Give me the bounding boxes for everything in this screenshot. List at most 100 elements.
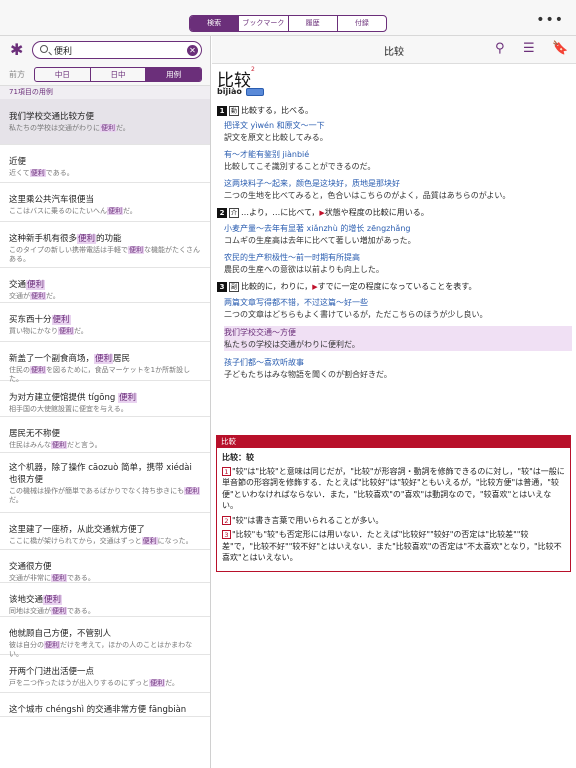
example-chinese: 孩子们都～喜欢听故事 — [224, 358, 304, 367]
more-icon[interactable]: ••• — [536, 13, 564, 27]
result-japanese: 戸を二つ作ったほうが出入りするのにずっと便利だ。 — [9, 679, 179, 687]
example-japanese: 農民の生産への意欲は以前よりも向上した。 — [224, 265, 384, 274]
result-chinese: 该地交通便利 — [9, 595, 63, 605]
result-chinese: 买东西十分便利 — [9, 315, 71, 325]
filter-examples[interactable]: 用例 — [145, 68, 201, 81]
pinyin: bǐjiào — [217, 87, 264, 96]
wildcard-icon[interactable]: ✱ — [10, 40, 23, 59]
example-chinese: 我们学校交通～方便 — [224, 328, 296, 337]
tab-appendix[interactable]: 付録 — [336, 16, 386, 31]
example[interactable]: 把译文 yìwén 和原文～一下 訳文を原文と比較してみる。 — [224, 120, 572, 143]
entry-header: 比较 ⚲ ☰ 🔖 — [212, 36, 576, 64]
result-item[interactable]: 他就顾自己方便，不管别人 彼は自分の便利だけを考えて，ほかの人のことはかまわない。 — [0, 617, 210, 658]
example[interactable]: 农民的生产积极性～前一时期有所提高農民の生産への意欲は以前よりも向上した。 — [224, 252, 572, 275]
example-japanese: 子どもたちはみな物語を聞くのが割合好きだ。 — [224, 370, 392, 379]
pinyin-text: bǐjiào — [217, 87, 242, 96]
usage-note: 比較 比较：较 1 "较"は"比较"と意味は同じだが，"比较"が形容詞・動詞を修飾… — [216, 435, 571, 572]
search-icon — [40, 45, 48, 53]
result-chinese: 新盖了一个副食商场，便利居民 — [9, 354, 131, 364]
search-icon[interactable]: ⚲ — [495, 41, 505, 56]
result-japanese: 近くて便利である。 — [9, 169, 74, 177]
usage-note-text: "较"は"比较"と意味は同じだが，"比较"が形容詞・動詞を修飾できるのに対し，"… — [222, 466, 565, 511]
result-japanese: 交通が便利だ。 — [9, 292, 60, 300]
clear-icon[interactable]: ✕ — [187, 45, 198, 56]
example[interactable]: 有～才能有鉴别 jiànbié 比較してこそ識別することができるのだ。 — [224, 149, 572, 172]
tab-search[interactable]: 検索 — [190, 16, 239, 31]
result-item[interactable]: 这里乘公共汽车很便当ここはバスに乗るのにたいへん便利だ。 — [0, 183, 210, 222]
entry-pane: 比较 ⚲ ☰ 🔖 比较 2 bǐjiào 1 動比較する，比べる。 把译文 yìwé… — [212, 36, 576, 768]
sense-usage: 状態や程度の比較に用いる。 — [324, 208, 429, 217]
pos-tag: 副 — [229, 282, 239, 292]
example-chinese: 两篇文章写得都不错，不过这篇～好一些 — [224, 298, 368, 307]
result-item[interactable]: 新盖了一个副食商场，便利居民 住民の便利を図るために，食品マーケットを1か所新設し… — [0, 342, 210, 383]
top-bar: 検索 ブックマーク 履歴 付録 ••• — [0, 0, 576, 36]
usage-note-point: 2 "较"は書き言葉で用いられることが多い。 — [222, 515, 565, 527]
result-item[interactable]: 该地交通便利 同地は交通が便利である。 — [0, 583, 210, 617]
result-japanese: ここはバスに乗るのにたいへん便利だ。 — [9, 207, 137, 215]
usage-note-text: "较"は書き言葉で用いられることが多い。 — [232, 515, 384, 525]
search-header: ✱ 便利 ✕ — [0, 36, 210, 64]
result-item[interactable]: 这个机器，除了操作 cāozuò 简单，携带 xiédài 也很方便 この機械は操… — [0, 453, 210, 513]
result-item[interactable]: 这个城市 chéngshì 的交通非常方便 fāngbiàn — [0, 693, 210, 717]
result-count: 71項目の用例 — [0, 86, 210, 99]
usage-note-title: 比较：较 — [222, 453, 254, 462]
match-mode-label[interactable]: 前方 — [9, 69, 25, 80]
result-item[interactable]: 交通很方便交通が非常に便利である。 — [0, 550, 210, 583]
sense-number: 2 — [217, 208, 227, 218]
example-japanese: 私たちの学校は交通がわりに便利だ。 — [224, 340, 360, 349]
example-japanese: 二つの文章はどちらもよく書けているが，ただこちらのほうが少し良い。 — [224, 310, 488, 319]
list-icon[interactable]: ☰ — [523, 41, 535, 56]
result-chinese: 这里建了一座桥，从此交通就方便了 — [9, 525, 146, 535]
headword-superscript: 2 — [251, 66, 255, 73]
result-chinese: 为对方建立便馆提供 tígōng 便利 — [9, 393, 137, 403]
result-japanese: 相手国の大使館設置に便宜を与える。 — [9, 405, 128, 413]
sense-1: 1 動比較する，比べる。 把译文 yìwén 和原文～一下 訳文を原文と比較してみる… — [217, 105, 572, 201]
result-chinese: 这里乘公共汽车很便当 — [9, 195, 95, 205]
result-item[interactable]: 居民无不称便 住民はみんな便利だと言う。 — [0, 417, 210, 453]
result-item[interactable]: 买东西十分便利買い物にかなり便利だ。 — [0, 303, 210, 342]
example[interactable]: 小麦产量～去年有显著 xiǎnzhù 的增长 zēngzhǎng コムギの生産高は… — [224, 223, 572, 246]
result-item[interactable]: 近便 近くて便利である。 — [0, 145, 210, 183]
example-chinese: 这两块料子～起来，颜色是这块好，质地是那块好 — [224, 179, 400, 188]
result-item[interactable]: 交通便利 交通が便利だ。 — [0, 268, 210, 303]
example[interactable]: 这两块料子～起来，颜色是这块好，质地是那块好 二つの生地を比べてみると，色合いはこ… — [224, 178, 572, 201]
result-item[interactable]: 这里建了一座桥，从此交通就方便了ここに橋が架けられてから，交通はずっと便利になっ… — [0, 513, 210, 550]
result-japanese: 交通が非常に便利である。 — [9, 574, 95, 582]
result-item[interactable]: 为对方建立便馆提供 tígōng 便利 相手国の大使館設置に便宜を与える。 — [0, 381, 210, 417]
result-chinese: 他就顾自己方便，不管别人 — [9, 629, 112, 639]
bookmark-icon[interactable]: 🔖 — [552, 41, 568, 56]
result-list: 我们学校交通比较方便 私たちの学校は交通がわりに便利だ。 近便 近くて便利である。 这里… — [0, 99, 210, 717]
result-item[interactable]: 我们学校交通比较方便 私たちの学校は交通がわりに便利だ。 — [0, 99, 210, 145]
entry-body: 1 動比較する，比べる。 把译文 yìwén 和原文～一下 訳文を原文と比較してみる… — [217, 105, 572, 386]
filter-japanese-chinese[interactable]: 日中 — [89, 68, 146, 81]
result-japanese: ここに橋が架けられてから，交通はずっと便利になった。 — [9, 537, 193, 545]
main-tab-bar: 検索 ブックマーク 履歴 付録 — [189, 15, 387, 32]
usage-note-text: "比较"も"较"も否定形には用いない．たとえば"比较好""较好"の否定は"比较差… — [222, 530, 562, 562]
sense-definition: 比較する，比べる。 — [241, 106, 313, 115]
example[interactable]: 两篇文章写得都不错，不过这篇～好一些二つの文章はどちらもよく書けているが，ただこ… — [224, 297, 572, 320]
audio-icon[interactable] — [245, 87, 264, 96]
result-item[interactable]: 开两个门进出活便一点 戸を二つ作ったほうが出入りするのにずっと便利だ。 — [0, 655, 210, 693]
result-japanese: この機械は操作が簡単であるばかりでなく持ち歩きにも便利だ。 — [9, 487, 201, 504]
entry-header-title: 比较 — [384, 47, 404, 58]
example-chinese: 农民的生产积极性～前一时期有所提高 — [224, 253, 360, 262]
example-highlighted[interactable]: 我们学校交通～方便私たちの学校は交通がわりに便利だ。 — [224, 326, 572, 351]
search-input[interactable]: 便利 ✕ — [32, 41, 202, 59]
result-japanese: 住民はみんな便利だと言う。 — [9, 441, 102, 449]
search-filter-bar: 前方 中日 日中 用例 — [0, 64, 210, 86]
tab-history[interactable]: 履歴 — [287, 16, 337, 31]
example-japanese: 比較してこそ識別することができるのだ。 — [224, 162, 376, 171]
example-japanese: 訳文を原文と比較してみる。 — [224, 133, 328, 142]
example[interactable]: 孩子们都～喜欢听故事子どもたちはみな物語を聞くのが割合好きだ。 — [224, 357, 572, 380]
filter-chinese-japanese[interactable]: 中日 — [35, 68, 90, 81]
example-chinese: 把译文 yìwén 和原文～一下 — [224, 121, 325, 130]
pos-tag: 動 — [229, 106, 239, 116]
sense-3: 3 副比較的に，わりに，▶すでに一定の程度になっていることを表す。 两篇文章写得都… — [217, 281, 572, 380]
pos-tag: 介 — [229, 208, 239, 218]
result-item[interactable]: 这种新手机有很多便利的功能このタイプの新しい携帯電話は手軽で便利な機能がたくさん… — [0, 222, 210, 268]
tab-bookmark[interactable]: ブックマーク — [238, 16, 287, 31]
result-chinese: 交通很方便 — [9, 562, 52, 572]
result-chinese: 这种新手机有很多便利的功能 — [9, 234, 122, 244]
result-japanese: このタイプの新しい携帯電話は手軽で便利な機能がたくさんある。 — [9, 246, 200, 263]
result-japanese: 買い物にかなり便利だ。 — [9, 327, 88, 335]
